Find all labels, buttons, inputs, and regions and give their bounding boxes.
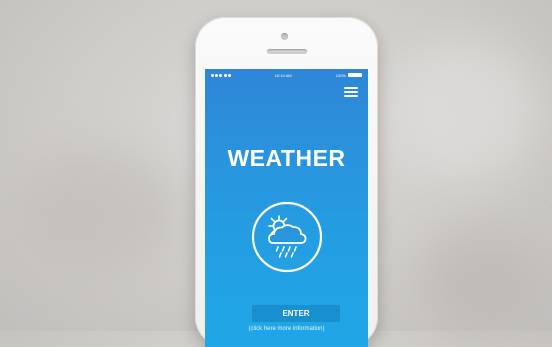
battery-percent: 100% [335, 72, 346, 78]
hamburger-menu-icon[interactable] [344, 87, 358, 97]
background-blur-right [390, 40, 540, 180]
enter-button[interactable]: ENTER [252, 305, 340, 322]
background-blur-left [20, 150, 180, 270]
status-time: 10:10 AM [274, 72, 292, 78]
battery-icon [347, 73, 362, 77]
earpiece-speaker [267, 49, 307, 54]
signal-strength-icon [211, 73, 231, 77]
phone-screen: 10:10 AM 100% WEATHER ENTER (click here … [205, 69, 368, 347]
app-title: WEATHER [227, 145, 346, 171]
background-blur-bottom [420, 230, 540, 330]
status-bar: 10:10 AM 100% [205, 69, 368, 81]
smartphone: 10:10 AM 100% WEATHER ENTER (click here … [195, 17, 378, 347]
sun-cloud-rain-icon [251, 201, 323, 273]
battery-status: 100% [336, 73, 362, 78]
front-camera [281, 33, 288, 40]
more-info-link[interactable]: (click here more information) [205, 326, 368, 332]
